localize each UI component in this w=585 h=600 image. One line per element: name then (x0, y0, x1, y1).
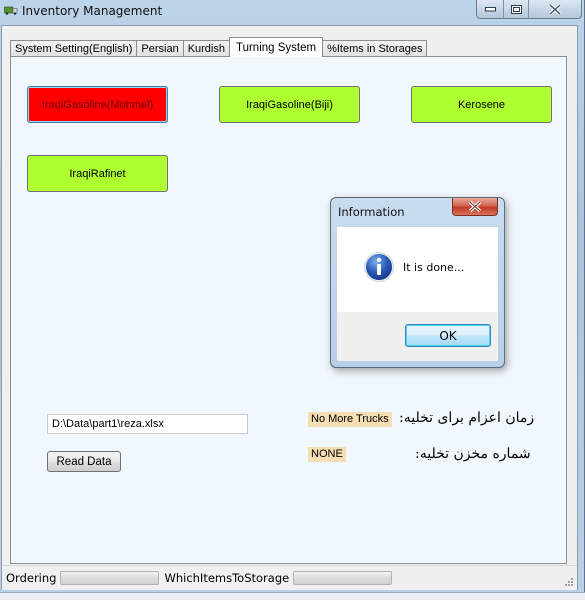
close-icon (548, 3, 562, 15)
storage-number-value: NONE (308, 447, 346, 462)
storage-number-label: شماره مخزن تخلیه: (415, 446, 531, 462)
ok-button[interactable]: OK (405, 324, 491, 347)
tab-strip: System Setting(English) Persian Kurdish … (10, 37, 428, 57)
title-bar[interactable]: Inventory Management (0, 0, 585, 24)
which-items-label: WhichItemsToStorage (164, 571, 290, 585)
ordering-progress-bar (60, 571, 160, 585)
dialog-body: It is done... (337, 227, 498, 312)
dialog-message: It is done... (403, 261, 465, 274)
iraqi-gasoline-mohmel-button[interactable]: IraqiGasoline(Mohmel) (27, 86, 168, 123)
dispatch-time-label: زمان اعزام برای تخلیه: (399, 410, 535, 426)
minimize-button[interactable] (477, 0, 504, 18)
information-dialog: Information It is done... OK (330, 197, 505, 368)
tab-kurdish[interactable]: Kurdish (182, 40, 230, 57)
resize-grip-icon[interactable] (564, 577, 574, 587)
maximize-button[interactable] (504, 0, 529, 18)
ordering-label: Ordering (6, 571, 57, 585)
maximize-icon (510, 4, 522, 14)
read-data-button[interactable]: Read Data (47, 451, 121, 472)
dialog-close-button[interactable] (452, 198, 498, 216)
kerosene-button[interactable]: Kerosene (411, 86, 552, 123)
tab-system-setting-english[interactable]: System Setting(English) (10, 40, 138, 57)
window-title: Inventory Management (22, 4, 163, 18)
close-icon (468, 201, 482, 212)
dispatch-time-value: No More Trucks (308, 412, 392, 427)
minimize-icon (484, 6, 496, 11)
file-path-input[interactable] (47, 414, 248, 434)
tab-persian[interactable]: Persian (136, 40, 184, 57)
tab-items-in-storages[interactable]: %Items in Storages (322, 40, 428, 57)
which-items-progress-bar (293, 571, 393, 585)
close-button[interactable] (529, 0, 581, 18)
iraqi-rafinet-button[interactable]: IraqiRafinet (27, 155, 168, 192)
iraqi-gasoline-biji-button[interactable]: IraqiGasoline(Biji) (219, 86, 360, 123)
dialog-footer: OK (337, 312, 498, 361)
truck-icon (4, 6, 18, 15)
info-icon (364, 252, 394, 282)
tab-turning-system[interactable]: Turning System (228, 37, 324, 57)
dialog-title: Information (338, 205, 405, 219)
caption-buttons (476, 0, 582, 19)
status-bar: Ordering WhichItemsToStorage (2, 565, 577, 590)
